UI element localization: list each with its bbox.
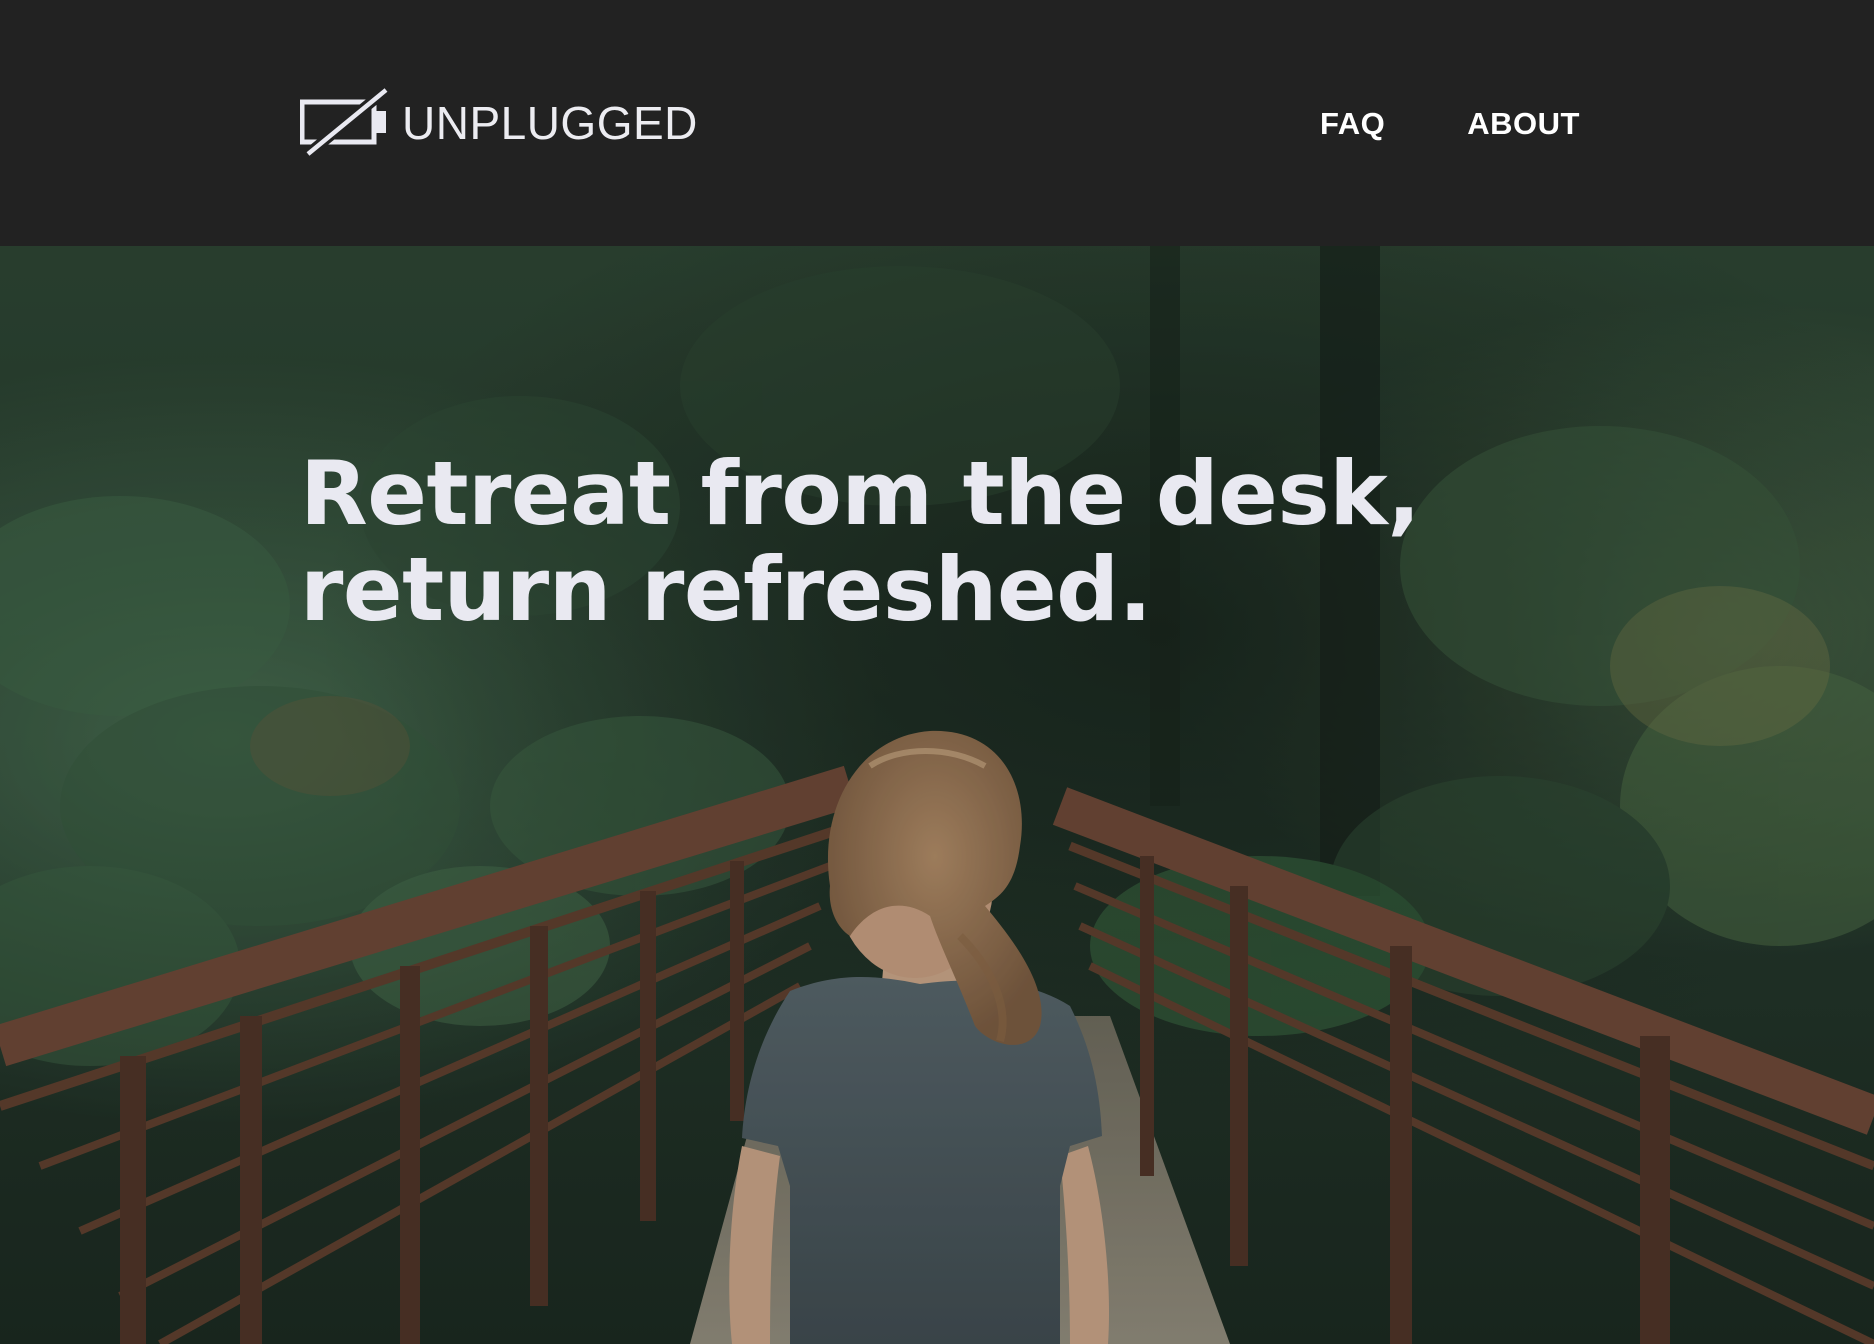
hero-section: Retreat from the desk, return refreshed. bbox=[0, 246, 1874, 1344]
hero-title-line-2: return refreshed. bbox=[300, 538, 1152, 641]
forest-bridge-woman-photo bbox=[0, 246, 1874, 1344]
nav-link-faq[interactable]: FAQ bbox=[1320, 104, 1385, 144]
brand-name: UNPLUGGED bbox=[402, 97, 698, 149]
site-header: UNPLUGGED FAQ ABOUT bbox=[0, 0, 1874, 246]
hero-title-line-1: Retreat from the desk, bbox=[300, 442, 1421, 545]
nav-link-about[interactable]: ABOUT bbox=[1467, 104, 1580, 144]
unplugged-battery-icon bbox=[300, 88, 388, 158]
brand-logo-link[interactable]: UNPLUGGED bbox=[300, 88, 698, 158]
hero-title: Retreat from the desk, return refreshed. bbox=[300, 446, 1500, 638]
main-nav: FAQ ABOUT bbox=[1320, 104, 1580, 144]
